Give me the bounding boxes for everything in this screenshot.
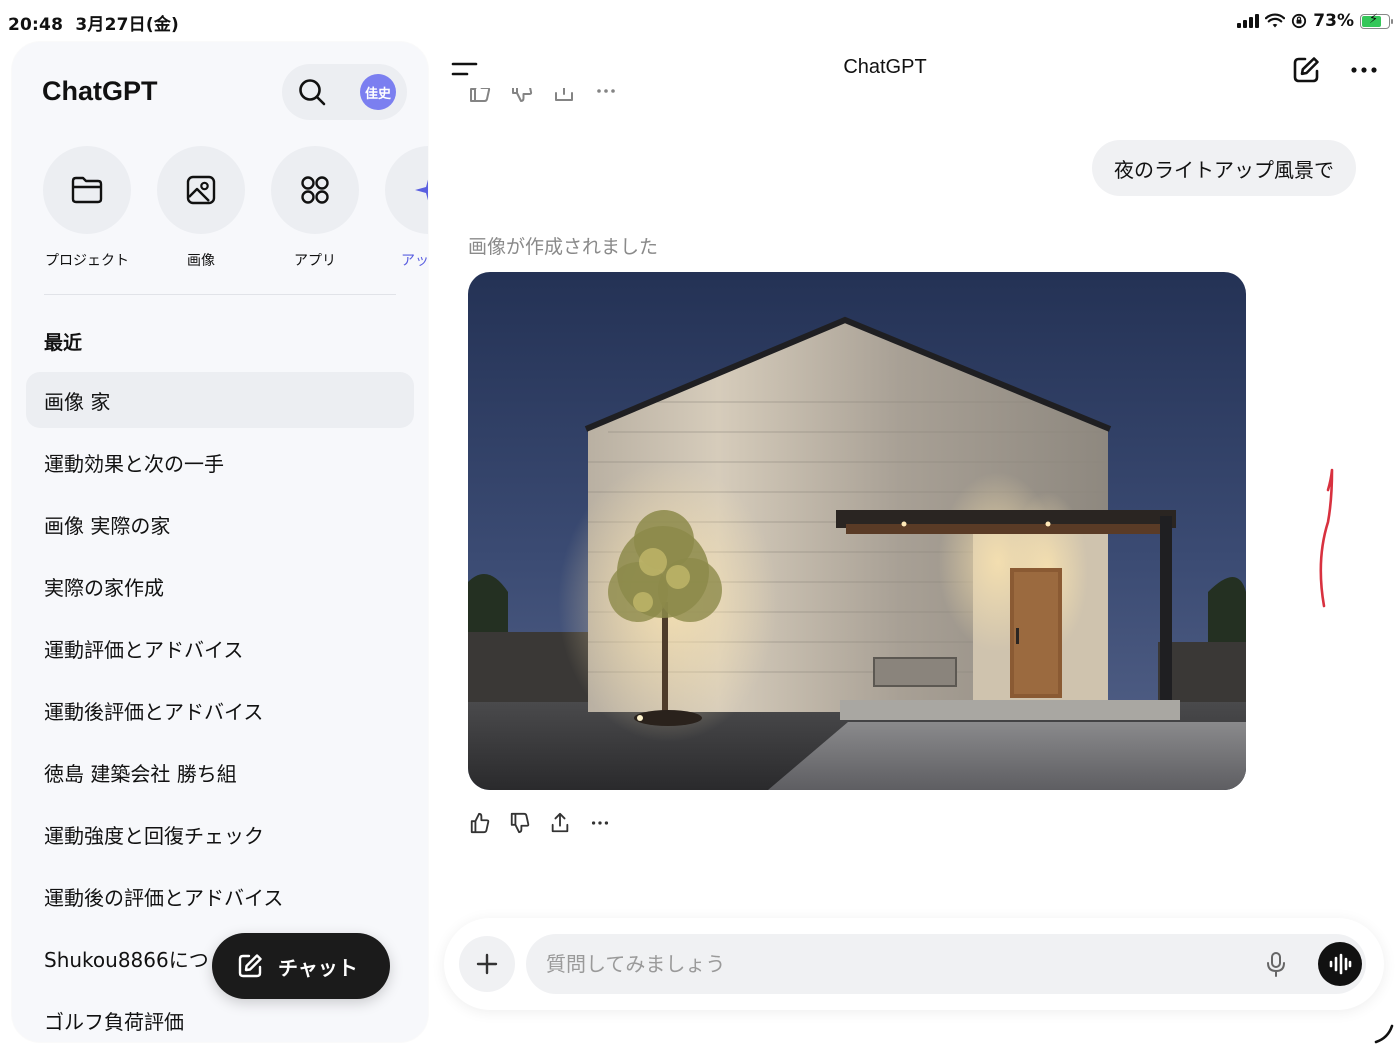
more-options-icon [591,821,609,825]
shortcut-upgrade[interactable]: アップグ [384,146,428,270]
image-icon [186,175,216,205]
charging-bolt-icon: ⚡ [1369,11,1379,27]
shortcut-images-button[interactable] [157,146,245,234]
microphone-icon[interactable] [1262,950,1290,978]
share-button[interactable] [548,810,572,836]
share-icon[interactable] [552,88,576,104]
compose-icon [238,954,262,978]
shortcut-label: 画像 [187,253,215,269]
sidebar-top-controls: 佳史 [282,64,407,120]
avatar[interactable]: 佳史 [360,74,396,110]
recent-chat-item[interactable]: 運動後の評価とアドバイス [26,868,414,924]
chat-title: ChatGPT [843,56,927,78]
search-icon[interactable] [296,76,328,108]
recent-chat-item[interactable]: 実際の家作成 [26,558,414,614]
sidebar-divider [44,294,396,295]
battery-percent: 73% [1313,11,1354,31]
house-night-illustration [468,272,1246,790]
previous-message-actions [468,88,618,106]
recent-chat-item[interactable]: 画像 家 [26,372,414,428]
orientation-lock-icon [1292,13,1307,29]
more-options-icon[interactable] [594,88,618,104]
recent-chat-item[interactable]: 運動後評価とアドバイス [26,682,414,738]
image-created-caption: 画像が作成されました [468,236,659,258]
message-input-container [526,934,1366,994]
generated-image[interactable] [468,272,1246,790]
user-message-bubble: 夜のライトアップ風景で [1092,140,1356,196]
voice-mode-button[interactable] [1318,942,1362,986]
message-input[interactable] [546,934,1246,994]
more-button[interactable] [588,810,612,836]
recent-chat-item[interactable]: ゴルフ負荷評価 [26,992,414,1042]
message-actions [468,810,612,836]
scroll-indicator-icon [1374,1024,1394,1044]
recent-chat-item[interactable]: 運動強度と回復チェック [26,806,414,862]
status-date: 3月27日(金) [75,15,179,35]
thumbs-down-icon [510,812,530,834]
shortcut-upgrade-button[interactable] [385,146,428,234]
plus-icon [476,953,498,975]
recent-chat-item[interactable]: 運動評価とアドバイス [26,620,414,676]
battery-icon: ⚡ [1360,11,1393,29]
folder-icon [71,176,103,204]
new-chat-button[interactable]: チャット [212,933,390,999]
attach-button[interactable] [459,936,515,992]
sidebar: ChatGPT 佳史 プロジェクト 画像 アプリ アッ 最近 画像 家 運動効果… [12,42,428,1042]
recent-chat-item[interactable]: 運動効果と次の一手 [26,434,414,490]
new-chat-icon[interactable] [1290,54,1322,86]
shortcut-label: アップグ [401,253,428,269]
shortcut-label: アプリ [294,253,336,269]
more-options-icon[interactable] [1348,56,1380,84]
shortcut-projects-button[interactable] [43,146,131,234]
thumbs-down-icon[interactable] [510,88,534,104]
shortcut-label: プロジェクト [45,253,129,269]
status-clock: 20:48 3月27日(金) [8,10,179,35]
status-indicators: 73% ⚡ [1237,8,1393,34]
apps-grid-icon [301,176,329,204]
ipad-screen: 20:48 3月27日(金) 73% ⚡ ChatGPT 佳史 プロジェクト 画… [0,0,1400,1050]
shortcut-apps[interactable]: アプリ [270,146,360,270]
cellular-signal-icon [1237,14,1260,28]
sidebar-title: ChatGPT [42,76,158,106]
thumbs-up-icon [470,812,490,834]
status-bar: 20:48 3月27日(金) 73% ⚡ [0,0,1400,40]
wifi-icon [1265,13,1286,28]
thumbs-up-icon[interactable] [468,88,492,104]
shortcut-projects[interactable]: プロジェクト [42,146,132,270]
sidebar-toggle-icon[interactable] [450,56,480,84]
thumbs-down-button[interactable] [508,810,532,836]
shortcut-apps-button[interactable] [271,146,359,234]
voice-waveform-icon [1329,953,1352,975]
recent-chat-item[interactable]: 徳島 建築会社 勝ち組 [26,744,414,800]
status-time: 20:48 [8,15,64,35]
handwritten-arrow-annotation [1319,468,1334,608]
thumbs-up-button[interactable] [468,810,492,836]
shortcut-images[interactable]: 画像 [156,146,246,270]
recent-chat-item[interactable]: 画像 実際の家 [26,496,414,552]
message-composer [444,918,1384,1010]
share-icon [551,812,569,833]
upgrade-sparkle-icon [415,179,428,201]
new-chat-label: チャット [278,955,358,980]
recent-section-title: 最近 [44,332,83,354]
